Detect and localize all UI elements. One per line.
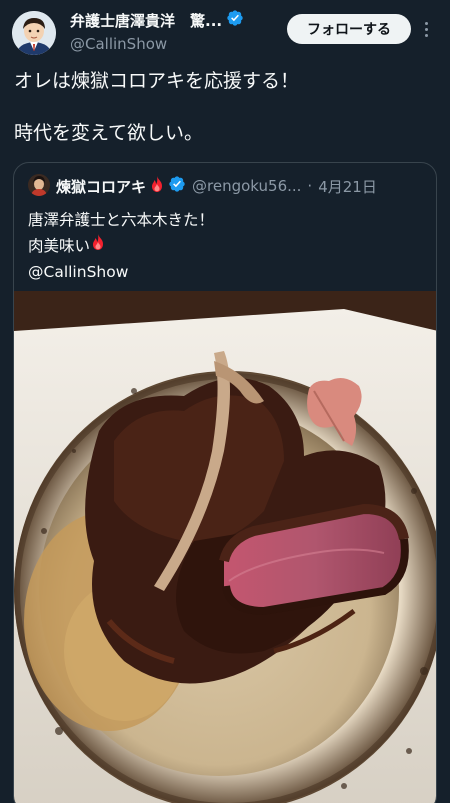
- tweet: 弁護士唐澤貴洋 驚... @CallinShow フォローする オレは煉獄コロア…: [0, 0, 450, 803]
- quoted-separator: ·: [307, 177, 313, 195]
- quoted-line-1: 唐澤弁護士と六本木きた！: [28, 211, 215, 229]
- fire-icon: [90, 233, 106, 259]
- author-handle[interactable]: @CallinShow: [70, 35, 167, 53]
- quoted-line-2: 肉美味い: [28, 233, 428, 259]
- quoted-header: 煉獄コロアキ @rengoku56... · 4月21日: [56, 175, 377, 197]
- quoted-tweet[interactable]: 煉獄コロアキ @rengoku56... · 4月21日 唐澤弁護士と六本木きた…: [13, 162, 437, 803]
- steak-photo[interactable]: [14, 291, 436, 803]
- quoted-handle[interactable]: @rengoku56...: [192, 177, 301, 195]
- author-name-row[interactable]: 弁護士唐澤貴洋 驚...: [70, 9, 244, 31]
- verified-badge-icon: [168, 175, 186, 197]
- quoted-mention-link[interactable]: @CallinShow: [28, 259, 428, 285]
- quoted-avatar[interactable]: [28, 174, 50, 196]
- fire-icon: [149, 175, 165, 197]
- quoted-name[interactable]: 煉獄コロアキ: [56, 176, 146, 197]
- verified-badge-icon: [226, 9, 244, 31]
- tweet-text: オレは煉獄コロアキを応援する！ 時代を変えて欲しい。: [14, 70, 300, 144]
- quoted-date[interactable]: 4月21日: [318, 176, 377, 197]
- quoted-line-2-text: 肉美味い: [28, 237, 91, 255]
- avatar[interactable]: [12, 11, 56, 55]
- author-name[interactable]: 弁護士唐澤貴洋 驚...: [70, 10, 222, 31]
- quoted-text: 唐澤弁護士と六本木きた！ 肉美味い @CallinShow: [28, 207, 428, 285]
- follow-button[interactable]: フォローする: [287, 14, 411, 44]
- more-options-icon[interactable]: [418, 17, 434, 41]
